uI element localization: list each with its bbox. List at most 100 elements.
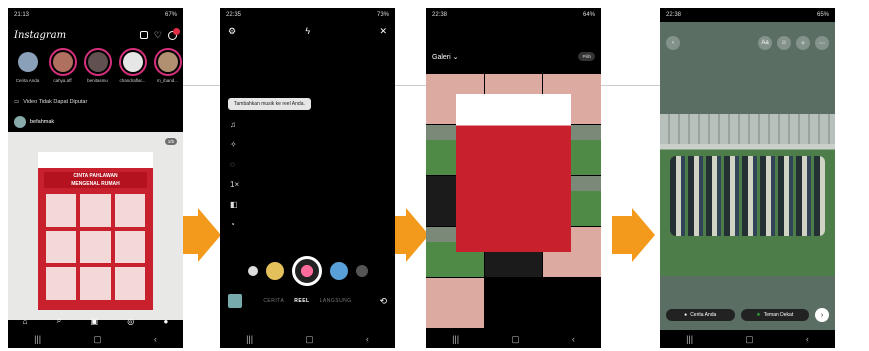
status-time: 22:38 bbox=[666, 12, 682, 18]
effect-thumb[interactable] bbox=[355, 265, 368, 277]
story-canvas: ‹ Aa ☺ ✧ ⋯ ● Cerita Anda ★ Teman Dekat › bbox=[660, 22, 835, 330]
mode-reel[interactable]: REEL bbox=[294, 298, 309, 304]
messenger-icon[interactable] bbox=[168, 27, 180, 40]
phone-screen-feed: 21:13 67% Instagram ♡ Cerita Anda cahya.… bbox=[8, 8, 183, 348]
home-button-icon[interactable]: ▢ bbox=[745, 334, 754, 345]
gallery-header: Galeri ⌄ Pilih bbox=[432, 52, 595, 61]
story-name: m_iband... bbox=[156, 78, 178, 83]
avatar[interactable] bbox=[14, 116, 26, 128]
app-logo: Instagram bbox=[14, 29, 67, 41]
recent-apps-icon[interactable]: ||| bbox=[246, 334, 253, 344]
timer-icon[interactable]: ◌ bbox=[230, 160, 239, 170]
effects-icon[interactable]: ✧ bbox=[230, 140, 239, 150]
flash-off-icon[interactable]: ϟ bbox=[305, 26, 310, 37]
post-header: befahmak bbox=[14, 116, 177, 128]
more-icon[interactable]: ⋯ bbox=[815, 36, 829, 50]
close-icon[interactable]: ✕ bbox=[379, 26, 387, 37]
story-name: benitasmu bbox=[87, 78, 108, 83]
video-note-text: Video Tidak Dapat Diputar bbox=[23, 99, 88, 105]
back-icon[interactable]: ‹ bbox=[806, 334, 809, 344]
divider-line bbox=[395, 85, 430, 86]
gallery-tile[interactable] bbox=[456, 94, 571, 252]
poster-subtitle: MENGENAL RUMAH bbox=[71, 181, 120, 187]
layout-icon[interactable]: ◧ bbox=[230, 200, 239, 210]
avatar bbox=[87, 52, 108, 72]
post-username[interactable]: befahmak bbox=[30, 119, 54, 125]
profile-icon[interactable]: ● bbox=[164, 317, 169, 326]
status-time: 21:13 bbox=[14, 12, 30, 18]
avatar bbox=[52, 52, 73, 72]
story-photo[interactable] bbox=[660, 114, 835, 276]
phone-screen-gallery: 22:38 64% Galeri ⌄ Pilih ||| ▢ ‹ bbox=[426, 8, 601, 348]
gallery-dropdown[interactable]: Galeri ⌄ bbox=[432, 53, 459, 61]
status-battery: 67% bbox=[164, 12, 177, 18]
story-item[interactable]: cahya.aff bbox=[47, 48, 78, 83]
mode-live[interactable]: LANGSUNG bbox=[320, 298, 352, 304]
status-bar: 22:38 65% bbox=[660, 8, 835, 22]
reels-icon[interactable]: ▣ bbox=[90, 317, 98, 326]
recent-apps-icon[interactable]: ||| bbox=[452, 334, 459, 344]
video-notice: ▭ Video Tidak Dapat Diputar bbox=[14, 99, 87, 105]
story-item[interactable]: benitasmu bbox=[82, 48, 113, 83]
sticker-icon[interactable]: ☺ bbox=[777, 36, 791, 50]
carousel-counter: 1/5 bbox=[164, 138, 177, 145]
share-your-story-button[interactable]: ● Cerita Anda bbox=[666, 309, 735, 321]
phone-screen-story-editor: 22:38 65% ‹ Aa ☺ ✧ ⋯ ● Cerita Anda ★ Tem… bbox=[660, 8, 835, 348]
countdown-icon[interactable]: ◔ bbox=[230, 220, 239, 230]
shutter-button[interactable] bbox=[291, 256, 322, 286]
recent-apps-icon[interactable]: ||| bbox=[34, 334, 41, 344]
app-header: Instagram ♡ bbox=[14, 26, 180, 44]
search-icon[interactable]: ⌕ bbox=[57, 316, 61, 326]
status-bar: 22:38 64% bbox=[426, 8, 601, 22]
status-battery: 64% bbox=[582, 12, 595, 18]
chevron-down-icon: ⌄ bbox=[452, 53, 459, 61]
share-story-label: Cerita Anda bbox=[690, 312, 717, 318]
text-tool-button[interactable]: Aa bbox=[758, 36, 772, 50]
status-bar: 21:13 67% bbox=[8, 8, 183, 22]
poster-title: CINTA PAHLAWAN bbox=[73, 173, 118, 179]
story-toolbar: ‹ Aa ☺ ✧ ⋯ bbox=[666, 36, 829, 50]
heart-icon[interactable]: ♡ bbox=[154, 30, 162, 40]
music-icon[interactable]: ♫ bbox=[230, 120, 239, 130]
video-icon: ▭ bbox=[14, 99, 20, 105]
back-icon[interactable]: ‹ bbox=[366, 334, 369, 344]
gallery-tile[interactable] bbox=[426, 278, 484, 328]
close-friends-button[interactable]: ★ Teman Dekat bbox=[740, 309, 809, 321]
home-button-icon[interactable]: ▢ bbox=[93, 334, 102, 345]
flip-camera-icon[interactable]: ⟲ bbox=[379, 296, 387, 307]
select-multiple-button[interactable]: Pilih bbox=[578, 52, 595, 61]
back-icon[interactable]: ‹ bbox=[154, 334, 157, 344]
story-name: cahya.aff bbox=[53, 78, 72, 83]
story-item[interactable]: m_iband... bbox=[152, 48, 183, 83]
avatar bbox=[122, 52, 143, 72]
status-time: 22:38 bbox=[432, 12, 448, 18]
effect-thumb[interactable] bbox=[265, 262, 284, 280]
stories-tray: Cerita Anda cahya.aff benitasmu chandraf… bbox=[12, 48, 183, 83]
phone-screen-camera: 22:35 73% ⚙ ϟ ✕ Tambahkan musik ke reel … bbox=[220, 8, 395, 348]
next-arrow-icon[interactable]: › bbox=[815, 308, 829, 322]
home-icon[interactable]: ⌂ bbox=[23, 317, 28, 326]
effects-icon[interactable]: ✧ bbox=[796, 36, 810, 50]
effect-thumb[interactable] bbox=[247, 266, 258, 276]
close-friends-label: Teman Dekat bbox=[763, 312, 794, 318]
story-item[interactable]: chandraflar... bbox=[117, 48, 148, 83]
back-arrow-icon[interactable]: ‹ bbox=[666, 36, 680, 50]
speed-icon[interactable]: 1× bbox=[230, 180, 239, 190]
post-image[interactable]: 1/5 CINTA PAHLAWAN MENGENAL RUMAH bbox=[8, 132, 183, 320]
effect-thumb[interactable] bbox=[329, 262, 348, 280]
home-button-icon[interactable]: ▢ bbox=[305, 334, 314, 345]
divider-line bbox=[183, 85, 223, 86]
mode-story[interactable]: CERITA bbox=[263, 298, 284, 304]
settings-icon[interactable]: ⚙ bbox=[228, 26, 236, 37]
status-bar: 22:35 73% bbox=[220, 8, 395, 22]
shop-icon[interactable]: ◎ bbox=[127, 317, 134, 326]
system-nav-bar: ||| ▢ ‹ bbox=[660, 330, 835, 348]
effects-carousel bbox=[220, 256, 395, 286]
story-name: chandraflar... bbox=[119, 78, 146, 83]
home-button-icon[interactable]: ▢ bbox=[511, 334, 520, 345]
recent-apps-icon[interactable]: ||| bbox=[686, 334, 693, 344]
add-post-icon[interactable] bbox=[139, 31, 148, 39]
back-icon[interactable]: ‹ bbox=[572, 334, 575, 344]
system-nav-bar: ||| ▢ ‹ bbox=[220, 330, 395, 348]
story-item[interactable]: Cerita Anda bbox=[12, 48, 43, 83]
